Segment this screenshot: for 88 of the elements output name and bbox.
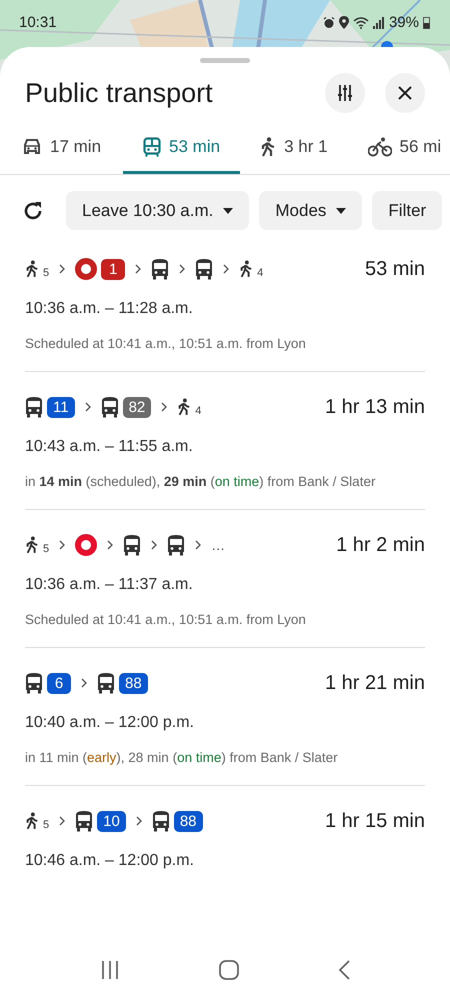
line-number: 6 [47, 672, 71, 694]
walking-person-icon [177, 397, 192, 417]
signal-icon [372, 16, 385, 28]
more-legs: … [211, 537, 226, 553]
bus-icon [25, 672, 43, 694]
line-number: 88 [174, 810, 202, 832]
route-times: 10:36 a.m. – 11:28 a.m. [25, 300, 194, 318]
home-icon[interactable] [218, 960, 239, 980]
departure-info: Scheduled at 10:41 a.m., 10:51 a.m. from Lyon [25, 612, 307, 627]
walking-person-icon [25, 259, 39, 279]
route-duration: 1 hr 2 min [336, 534, 425, 556]
route-duration: 1 hr 21 min [324, 672, 425, 694]
route-option[interactable]: 5 1 4 53 min 10:36 a.m. – 11:28 a.m. Scheduled at 10:41 a.m., 10:51 a.m. from Lyon [25, 234, 425, 372]
walking-person-icon [260, 137, 276, 157]
bus-icon [100, 396, 119, 418]
close-button[interactable] [385, 73, 425, 113]
filter-chip[interactable]: Leave 10:30 a.m. [66, 191, 250, 230]
chevron-icon [59, 264, 66, 274]
walking-person-icon [25, 535, 39, 555]
bus-icon [152, 810, 170, 832]
walk-minutes: 5 [43, 267, 50, 279]
mode-tab[interactable]: 56 mi [348, 131, 450, 174]
bus-icon [167, 534, 186, 556]
walk-minutes: 5 [43, 819, 50, 831]
chevron-icon [59, 816, 66, 826]
line-number: 88 [119, 672, 148, 694]
bus-icon [195, 258, 214, 280]
chevron-icon [223, 264, 230, 274]
status-time: 10:31 [19, 14, 57, 31]
departure-info: in 14 min (scheduled), 29 min (on time) from Bank / Slater [25, 474, 376, 489]
route-times: 10:43 a.m. – 11:55 a.m. [25, 438, 194, 456]
chevron-icon [161, 402, 168, 412]
bus-icon [75, 810, 94, 832]
departure-info: in 11 min (early), 28 min (on time) from Bank / Slater [25, 750, 339, 765]
route-times: 10:40 a.m. – 12:00 p.m. [25, 714, 195, 732]
line-number: 82 [122, 396, 152, 418]
chevron-icon [151, 540, 158, 550]
chevron-icon [84, 402, 91, 412]
line-number: 1 [101, 259, 126, 280]
chevron-icon [81, 678, 87, 688]
departure-info: Scheduled at 10:41 a.m., 10:51 a.m. from Lyon [25, 336, 307, 351]
route-times: 10:46 a.m. – 12:00 p.m. [25, 852, 195, 870]
mode-tab[interactable]: 53 min [123, 131, 240, 174]
drag-handle[interactable] [200, 58, 250, 63]
wifi-icon [352, 16, 369, 28]
route-option[interactable]: 5 10 88 1 hr 15 min 10:46 a.m. – 12:00 p.m. [25, 786, 425, 890]
bus-icon [97, 672, 115, 694]
chevron-icon [135, 264, 142, 274]
alarm-icon [322, 16, 335, 28]
route-option[interactable]: 6 88 1 hr 21 min 10:40 a.m. – 12:00 p.m. in 11 min (early), 28 min (on time) from Bank / Slater [25, 648, 425, 786]
walking-person-icon [25, 811, 39, 831]
route-duration: 1 hr 13 min [324, 396, 425, 418]
chevron-icon [59, 540, 66, 550]
close-icon [398, 86, 412, 100]
route-duration: 53 min [364, 258, 425, 280]
train-icon [143, 137, 162, 157]
mode-tab[interactable]: 17 min [2, 131, 124, 174]
back-icon[interactable] [338, 960, 350, 980]
walk-minutes: 4 [257, 267, 264, 279]
bicycle-icon [368, 137, 392, 157]
chevron-icon [136, 816, 142, 826]
bus-icon [25, 396, 43, 418]
route-times: 10:36 a.m. – 11:37 a.m. [25, 576, 194, 594]
chevron-icon [195, 540, 202, 550]
filter-chip[interactable]: Filter [372, 191, 442, 230]
sheet-title: Public transport [25, 78, 214, 108]
battery-percent: 39% [388, 14, 419, 31]
settings-button[interactable] [325, 73, 365, 113]
bus-icon [151, 258, 170, 280]
car-icon [22, 138, 42, 156]
chevron-icon [179, 264, 186, 274]
line-number: 11 [47, 396, 75, 418]
walk-minutes: 4 [195, 405, 202, 417]
line-number: 10 [97, 810, 126, 832]
mode-tab[interactable]: 3 hr 1 [240, 131, 348, 174]
filter-chip[interactable]: Modes [259, 191, 362, 230]
bus-icon [123, 534, 142, 556]
settings-icon [336, 84, 354, 102]
walking-person-icon [239, 259, 254, 279]
chevron-icon [107, 540, 114, 550]
route-option[interactable]: 5 … 1 hr 2 min 10:36 a.m. – 11:37 a.m. Scheduled at 10:41 a.m., 10:51 a.m. from Lyon [25, 510, 425, 648]
recent-apps-icon[interactable] [100, 961, 120, 979]
location-icon [338, 16, 349, 29]
battery-icon [423, 16, 430, 29]
refresh-icon [22, 200, 44, 222]
walk-minutes: 5 [43, 543, 50, 555]
route-duration: 1 hr 15 min [324, 810, 425, 832]
route-option[interactable]: 11 82 4 1 hr 13 min 10:43 a.m. – 11:55 a.m. in 14 min (scheduled), 29 min (on time) from Bank / Slater [25, 372, 425, 510]
